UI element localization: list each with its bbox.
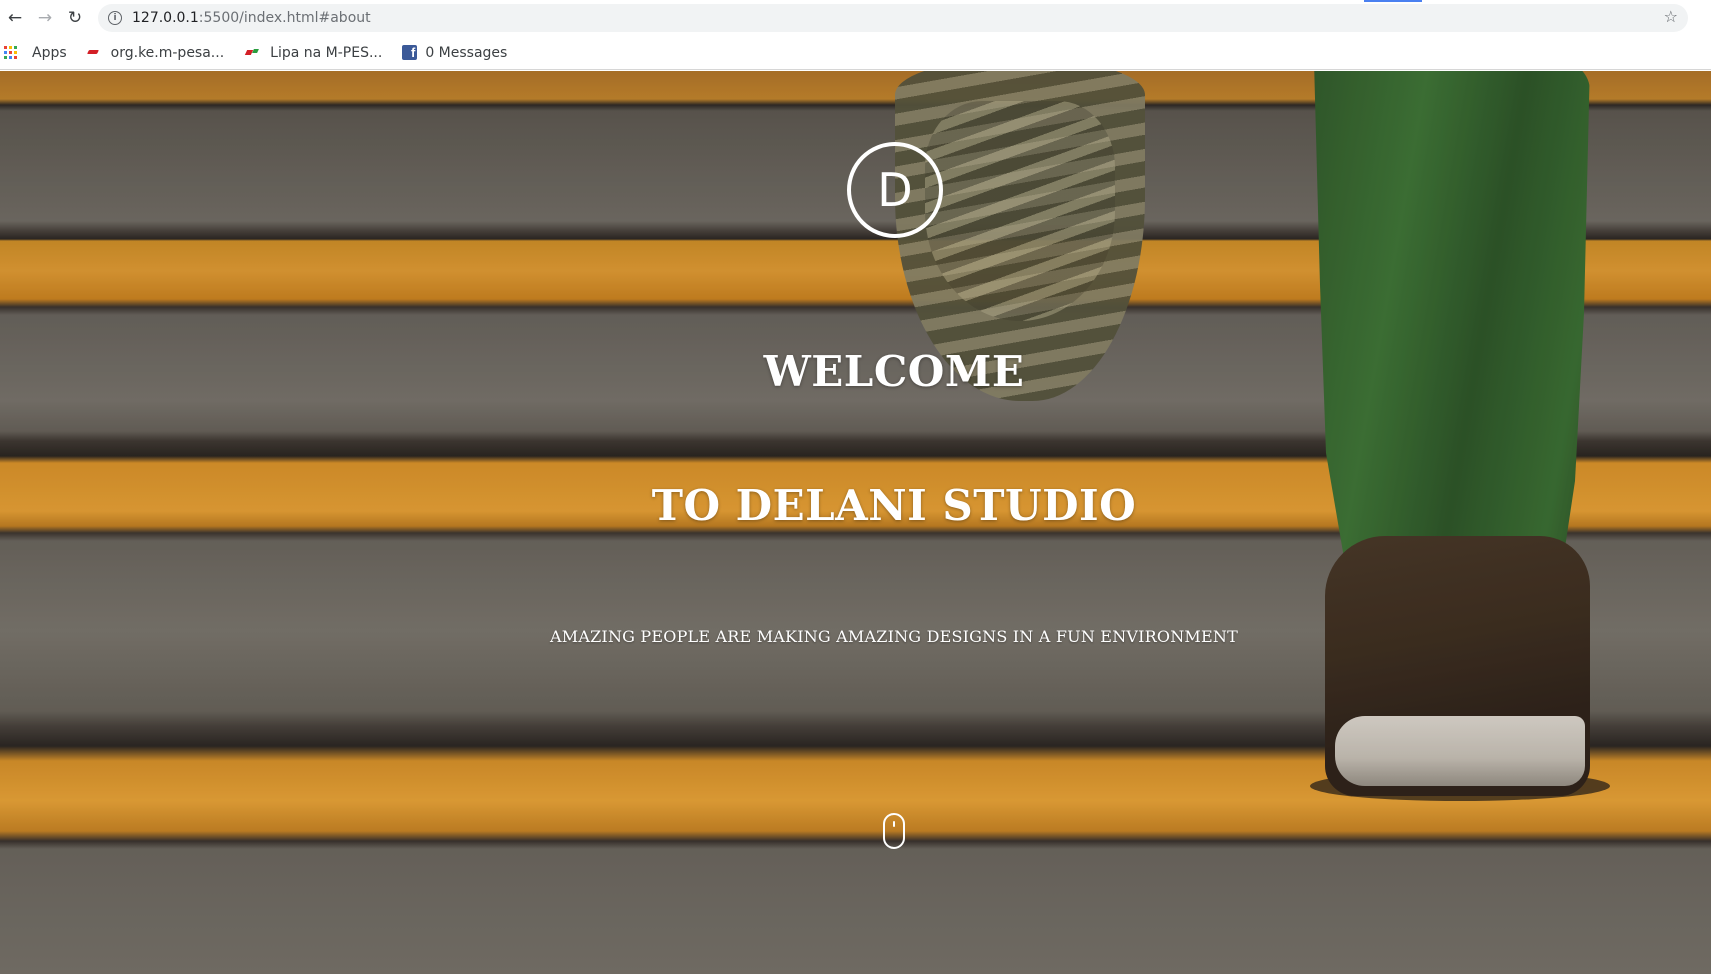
- bookmark-facebook-messages[interactable]: f 0 Messages: [402, 41, 507, 65]
- bookmark-label: Lipa na M-PES...: [270, 44, 383, 61]
- brand-logo[interactable]: D: [847, 142, 943, 238]
- forward-button[interactable]: →: [30, 3, 60, 33]
- reload-icon: ↻: [67, 8, 83, 28]
- bookmark-star-icon[interactable]: ☆: [1664, 7, 1678, 26]
- hero-tagline: AMAZING PEOPLE ARE MAKING AMAZING DESIGN…: [550, 627, 1238, 646]
- url-host: 127.0.0.1: [132, 10, 199, 26]
- mpesa-icon: [244, 47, 260, 59]
- hero-title-line-2: TO DELANI STUDIO: [651, 481, 1137, 530]
- site-info-icon[interactable]: i: [108, 11, 122, 25]
- hero-title-line-1: WELCOME: [763, 347, 1025, 396]
- address-bar[interactable]: i 127.0.0.1:5500/index.html#about ☆: [98, 4, 1688, 32]
- bookmark-label: org.ke.m-pesa...: [110, 44, 225, 61]
- bookmark-apps[interactable]: Apps: [4, 41, 67, 65]
- bookmarks-bar: Apps org.ke.m-pesa... Lipa na M-PES... f…: [0, 36, 1711, 70]
- reload-button[interactable]: ↻: [60, 3, 90, 33]
- browser-toolbar: ← → ↻ i 127.0.0.1:5500/index.html#about …: [0, 0, 1711, 36]
- facebook-icon: f: [402, 45, 418, 60]
- hero-content: D WELCOME TO DELANI STUDIO AMAZING PEOPL…: [0, 71, 1711, 974]
- bookmark-label: Apps: [32, 44, 67, 61]
- url-path: :5500/index.html#about: [198, 10, 371, 26]
- bookmark-lipa-na-mpesa[interactable]: Lipa na M-PES...: [244, 41, 382, 65]
- bookmark-mpesa-org[interactable]: org.ke.m-pesa...: [87, 41, 225, 65]
- page-load-indicator: [1364, 0, 1422, 2]
- scroll-down-mouse-icon[interactable]: [883, 813, 905, 849]
- arrow-right-icon: →: [37, 8, 53, 28]
- arrow-left-icon: ←: [7, 8, 23, 28]
- apps-grid-icon: [4, 45, 18, 60]
- logo-letter: D: [877, 163, 913, 217]
- back-button[interactable]: ←: [0, 3, 30, 33]
- mpesa-icon: [87, 48, 101, 58]
- hero-section: D WELCOME TO DELANI STUDIO AMAZING PEOPL…: [0, 71, 1711, 974]
- bookmark-label: 0 Messages: [425, 44, 508, 61]
